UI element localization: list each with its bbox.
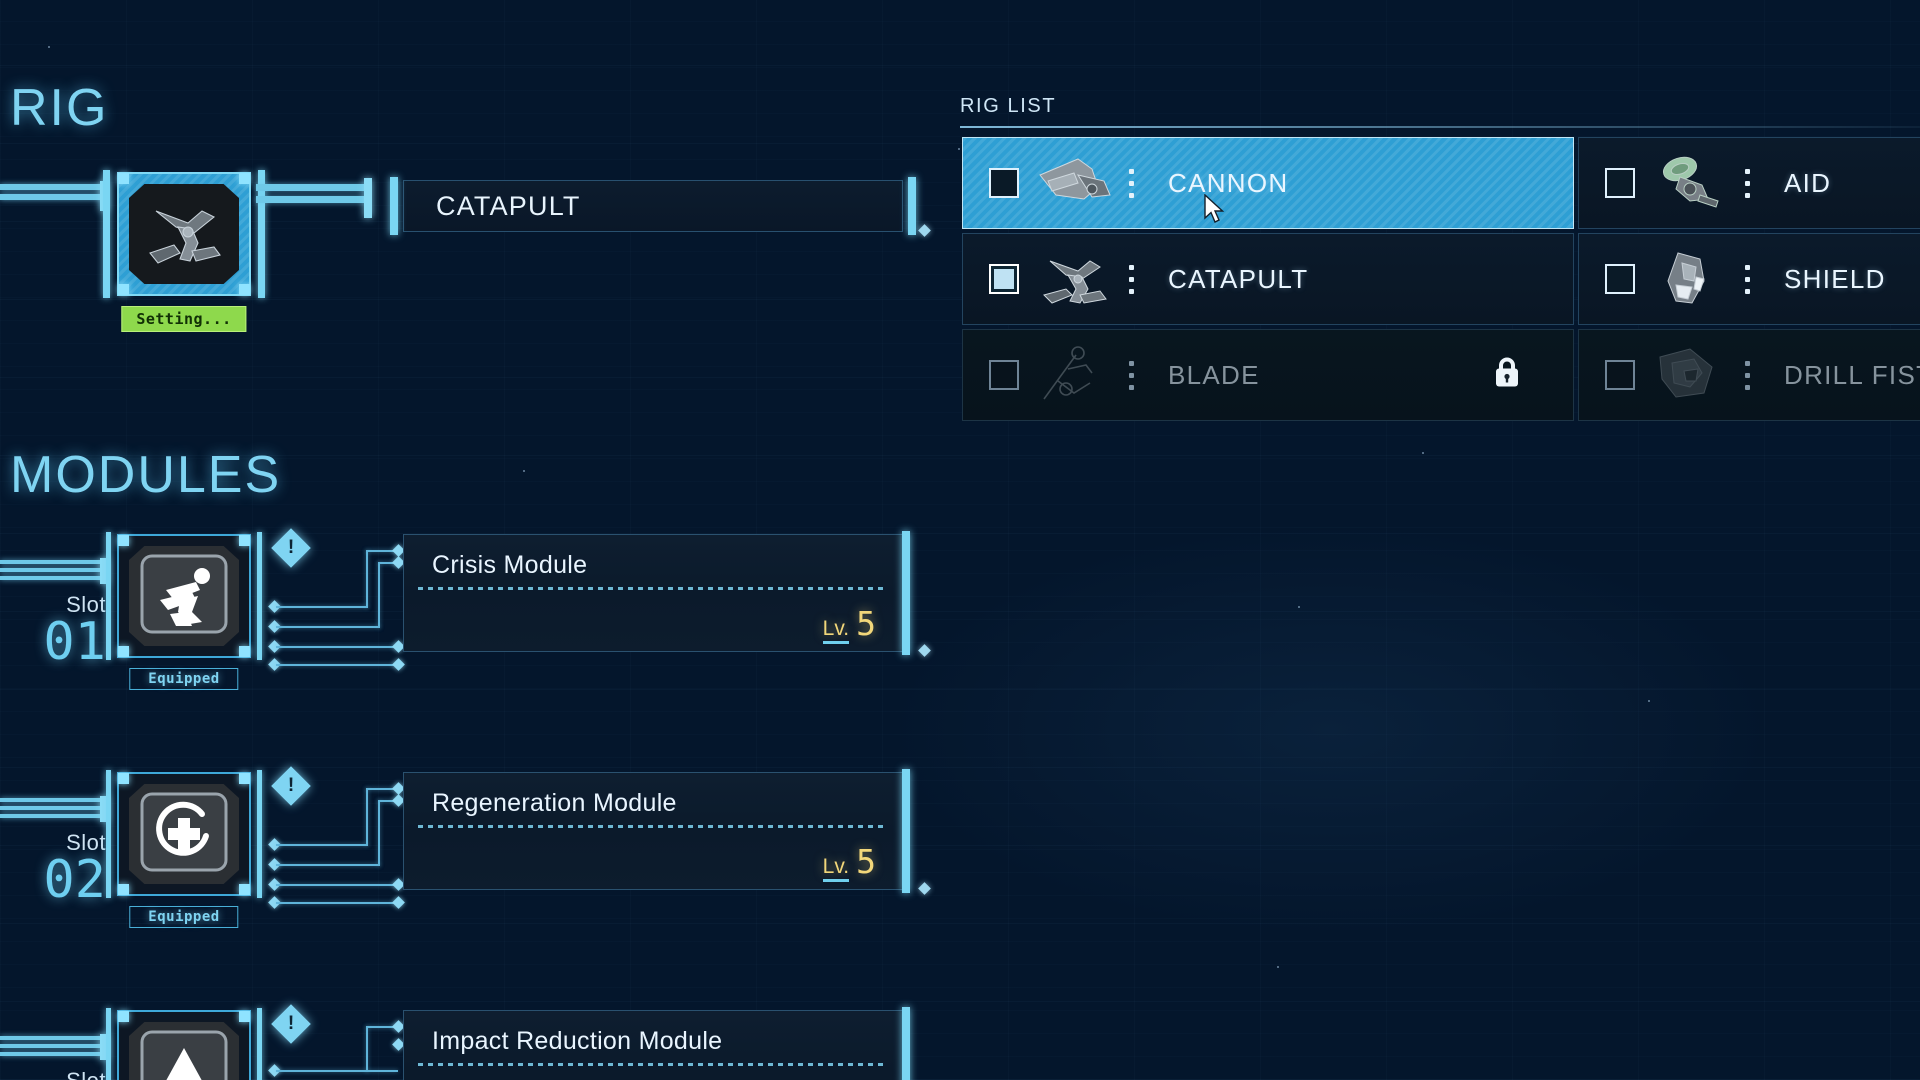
module-card-marker-1 <box>918 644 931 657</box>
background-glow <box>880 520 1780 940</box>
rig-checkbox-aid[interactable] <box>1605 168 1635 198</box>
module-rail-3 <box>0 1034 108 1060</box>
slot-number-2: 02 <box>43 850 106 910</box>
module-divider-3 <box>418 1063 888 1066</box>
rig-name-card[interactable]: CATAPULT <box>390 177 916 235</box>
module-card-2[interactable]: Regeneration Module Lv. 5 <box>403 769 910 893</box>
rig-status-badge: Setting... <box>121 306 247 332</box>
module-connector-1 <box>268 534 405 671</box>
rig-list-title: RIG LIST <box>960 95 1057 117</box>
rig-thumbnail-slot[interactable]: Setting... <box>103 170 265 332</box>
health-cross-icon <box>136 788 232 881</box>
rig-card-marker <box>918 224 931 237</box>
modules-section-title: MODULES <box>10 446 282 504</box>
module-thumbnail-slot-1[interactable]: Equipped <box>106 532 262 690</box>
catapult-icon <box>1033 242 1119 316</box>
module-level-2: Lv. 5 <box>822 842 876 882</box>
module-level-label-1: Lv. <box>822 617 850 644</box>
module-name-2: Regeneration Module <box>432 789 677 817</box>
rig-section-title: RIG <box>10 79 109 137</box>
rig-options-dots-blade[interactable] <box>1129 360 1134 390</box>
rig-name-label: CATAPULT <box>436 190 581 221</box>
rig-list-item-blade[interactable]: BLADE <box>962 329 1574 421</box>
background-speck <box>48 46 50 48</box>
module-name-1: Crisis Module <box>432 551 588 579</box>
module-name-3: Impact Reduction Module <box>432 1027 723 1055</box>
module-thumbnail-slot-3[interactable] <box>106 1008 262 1080</box>
rig-name-shield: SHIELD <box>1784 263 1886 294</box>
rig-list-underline <box>960 126 1920 128</box>
module-rail-1 <box>0 558 108 584</box>
module-card-marker-2 <box>918 882 931 895</box>
rig-options-dots-drill-fist[interactable] <box>1745 360 1750 390</box>
background-speck <box>1422 452 1424 454</box>
background-speck <box>1277 966 1279 968</box>
shield-arrow-icon <box>136 1026 232 1080</box>
background-speck <box>523 470 525 472</box>
rig-list-item-shield[interactable]: SHIELD <box>1578 233 1920 325</box>
module-card-3[interactable]: Impact Reduction Module <box>403 1007 910 1080</box>
rig-right-rail <box>256 178 372 218</box>
blade-icon <box>1033 338 1119 412</box>
module-rail-2 <box>0 796 108 822</box>
rig-name-blade: BLADE <box>1168 359 1260 390</box>
background-speck <box>1648 700 1650 702</box>
module-connector-3 <box>268 1010 405 1080</box>
slot-label-1: Slot 01 <box>10 592 106 672</box>
module-status-badge-2: Equipped <box>129 906 239 928</box>
module-level-value-1: 5 <box>856 604 876 643</box>
background-speck <box>1298 606 1300 608</box>
rig-name-aid: AID <box>1784 167 1832 198</box>
rig-list-row: CANNON AID <box>962 137 1920 233</box>
rig-list-item-catapult[interactable]: CATAPULT <box>962 233 1574 325</box>
rig-list-grid: CANNON AID CATAPULT SHIELD BLADE DRILL F… <box>962 137 1920 425</box>
rig-list-item-aid[interactable]: AID <box>1578 137 1920 229</box>
rig-options-dots-aid[interactable] <box>1745 168 1750 198</box>
rig-list-item-cannon[interactable]: CANNON <box>962 137 1574 229</box>
rig-options-dots-cannon[interactable] <box>1129 168 1134 198</box>
rig-checkbox-catapult[interactable] <box>989 264 1019 294</box>
rig-name-catapult: CATAPULT <box>1168 263 1309 294</box>
rig-checkbox-drill-fist[interactable] <box>1605 360 1635 390</box>
module-status-badge-1: Equipped <box>129 668 239 690</box>
module-connector-2 <box>268 772 405 909</box>
shield-icon <box>1649 242 1735 316</box>
slot-word-3: Slot <box>10 1068 106 1080</box>
rig-list-item-drill-fist[interactable]: DRILL FIST <box>1578 329 1920 421</box>
drill-fist-icon <box>1649 338 1735 412</box>
lock-icon <box>1493 356 1521 395</box>
rig-options-dots-catapult[interactable] <box>1129 264 1134 294</box>
rig-left-rail <box>0 181 108 211</box>
rig-checkbox-cannon[interactable] <box>989 168 1019 198</box>
slot-label-3: Slot <box>10 1068 106 1080</box>
aid-icon <box>1649 146 1735 220</box>
rig-name-cannon: CANNON <box>1168 167 1289 198</box>
module-level-label-2: Lv. <box>822 855 850 882</box>
catapult-rig-icon <box>136 189 232 280</box>
rig-name-drill-fist: DRILL FIST <box>1784 359 1920 390</box>
rig-checkbox-shield[interactable] <box>1605 264 1635 294</box>
module-divider-2 <box>418 825 888 828</box>
background-speck <box>958 148 960 150</box>
sprint-runner-icon <box>136 550 232 643</box>
module-card-1[interactable]: Crisis Module Lv. 5 <box>403 531 910 655</box>
module-level-1: Lv. 5 <box>822 604 876 644</box>
cannon-icon <box>1033 146 1119 220</box>
rig-options-dots-shield[interactable] <box>1745 264 1750 294</box>
rig-list-row: BLADE DRILL FIST <box>962 329 1920 425</box>
rig-checkbox-blade[interactable] <box>989 360 1019 390</box>
slot-number-1: 01 <box>43 612 106 672</box>
module-divider-1 <box>418 587 888 590</box>
slot-label-2: Slot 02 <box>10 830 106 910</box>
module-level-value-2: 5 <box>856 842 876 881</box>
module-thumbnail-slot-2[interactable]: Equipped <box>106 770 262 928</box>
rig-list-row: CATAPULT SHIELD <box>962 233 1920 329</box>
